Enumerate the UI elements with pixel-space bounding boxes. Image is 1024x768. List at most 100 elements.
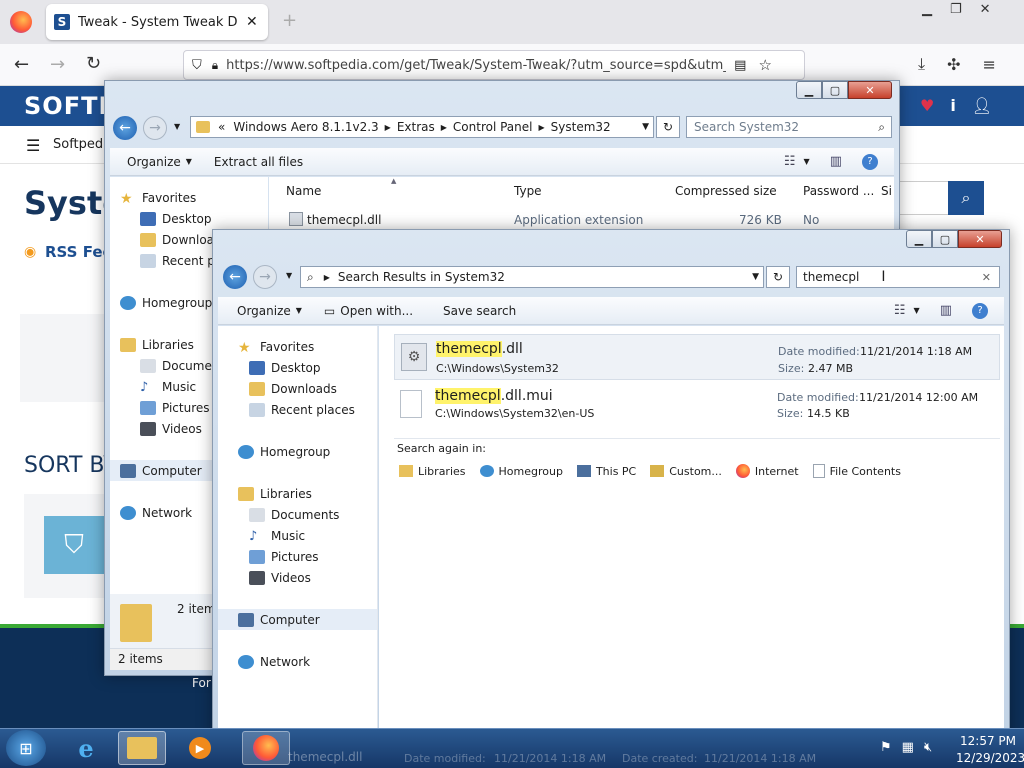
- action-center-flag-icon[interactable]: ⚑: [880, 740, 892, 755]
- nav-desktop[interactable]: Desktop: [110, 208, 268, 229]
- taskbar-ie[interactable]: e: [62, 731, 110, 765]
- row-name[interactable]: themecpl.dll: [307, 213, 381, 227]
- win2-refresh-button[interactable]: ↻: [766, 266, 790, 288]
- breadcrumb-item[interactable]: Windows Aero 8.1.1v2.3: [233, 120, 378, 134]
- col-name[interactable]: Name: [286, 184, 321, 198]
- win2-search-input[interactable]: themecpl: [803, 270, 859, 284]
- win2-close-button[interactable]: ✕: [958, 230, 1002, 248]
- result-filename[interactable]: themecpl.dll: [436, 341, 523, 357]
- tab-close-icon[interactable]: ✕: [246, 14, 258, 30]
- dropdown-arrow-icon[interactable]: ▼: [186, 157, 192, 166]
- nav-music[interactable]: ♪ Music: [218, 525, 377, 546]
- nav-pictures[interactable]: Pictures: [218, 546, 377, 567]
- col-type[interactable]: Type: [514, 184, 542, 198]
- preview-pane-icon[interactable]: ▥: [940, 303, 952, 318]
- win2-address-text[interactable]: Search Results in System32: [338, 270, 505, 284]
- win1-minimize-button[interactable]: ▁: [796, 81, 822, 99]
- breadcrumb-arrow-icon[interactable]: ▶: [538, 123, 544, 132]
- win1-close-button[interactable]: ✕: [848, 81, 892, 99]
- help-icon[interactable]: ?: [972, 302, 988, 319]
- breadcrumb-prefix[interactable]: «: [218, 120, 225, 134]
- win2-recent-dropdown-icon[interactable]: ▼: [286, 271, 292, 280]
- taskbar-explorer[interactable]: [118, 731, 166, 765]
- clock-date[interactable]: 12/29/2023: [956, 751, 1024, 765]
- location-custom[interactable]: Custom...: [650, 465, 722, 478]
- nav-homegroup[interactable]: Homegroup: [218, 441, 377, 462]
- nav-network[interactable]: Network: [218, 651, 377, 672]
- organize-button[interactable]: Organize: [127, 155, 181, 169]
- menu-icon[interactable]: ≡: [982, 55, 995, 74]
- view-dropdown-icon[interactable]: ▼: [914, 306, 920, 315]
- nav-libraries[interactable]: Libraries: [218, 483, 377, 504]
- firefox-logo-icon[interactable]: [10, 11, 32, 33]
- location-libraries[interactable]: Libraries: [399, 465, 466, 478]
- nav-favorites[interactable]: ★ Favorites: [110, 187, 268, 208]
- view-options-icon[interactable]: ☷: [784, 154, 796, 169]
- col-compressed[interactable]: Compressed size: [675, 184, 777, 198]
- save-search-button[interactable]: Save search: [443, 304, 516, 318]
- info-icon[interactable]: i: [950, 96, 955, 115]
- win1-back-button[interactable]: ←: [113, 116, 137, 140]
- taskbar-firefox[interactable]: [242, 731, 290, 765]
- win1-forward-button[interactable]: →: [143, 116, 167, 140]
- close-icon[interactable]: ✕: [980, 2, 991, 17]
- nav-downloads[interactable]: Downloads: [218, 378, 377, 399]
- breadcrumb-item[interactable]: Extras: [397, 120, 435, 134]
- result-filename[interactable]: themecpl.dll.mui: [435, 388, 553, 404]
- heart-icon[interactable]: ♥: [920, 96, 934, 115]
- result-item[interactable]: themecpl.dll.mui C:\Windows\System32\en-…: [394, 382, 1000, 428]
- win1-refresh-button[interactable]: ↻: [656, 116, 680, 138]
- hamburger-icon[interactable]: ☰: [26, 136, 40, 155]
- win1-search-placeholder[interactable]: Search System32: [694, 120, 799, 134]
- user-icon[interactable]: 👤︎: [972, 96, 992, 115]
- browser-tab-active[interactable]: S Tweak - System Tweak Download ✕: [46, 4, 268, 40]
- new-tab-button[interactable]: +: [282, 10, 297, 31]
- nav-favorites[interactable]: ★ Favorites: [218, 336, 377, 357]
- preview-pane-icon[interactable]: ▥: [830, 154, 842, 169]
- nav-videos[interactable]: Videos: [218, 567, 377, 588]
- bookmark-star-icon[interactable]: ☆: [758, 56, 771, 74]
- back-icon[interactable]: ←: [14, 54, 29, 75]
- win1-search-box[interactable]: Search System32 ⌕: [686, 116, 892, 138]
- result-item[interactable]: ⚙ themecpl.dll C:\Windows\System32 Date …: [394, 334, 1000, 380]
- extensions-icon[interactable]: ✣: [947, 55, 960, 74]
- lock-icon[interactable]: 🔒︎: [212, 58, 218, 73]
- taskbar-media-player[interactable]: ▶: [176, 731, 224, 765]
- location-homegroup[interactable]: Homegroup: [479, 465, 563, 478]
- breadcrumb-arrow-icon[interactable]: ▶: [385, 123, 391, 132]
- reload-icon[interactable]: ↻: [86, 53, 101, 74]
- win1-address-bar[interactable]: « Windows Aero 8.1.1v2.3 ▶ Extras ▶ Cont…: [190, 116, 654, 138]
- start-button[interactable]: ⊞: [6, 730, 46, 766]
- site-search-button[interactable]: ⌕: [948, 181, 984, 215]
- win2-minimize-button[interactable]: ▁: [906, 230, 932, 248]
- col-size[interactable]: Si: [881, 184, 892, 198]
- view-dropdown-icon[interactable]: ▼: [804, 157, 810, 166]
- address-dropdown-icon[interactable]: ▼: [642, 122, 649, 132]
- nav-desktop[interactable]: Desktop: [218, 357, 377, 378]
- search-icon[interactable]: ⌕: [878, 120, 885, 135]
- clock-time[interactable]: 12:57 PM: [960, 734, 1016, 748]
- forward-icon[interactable]: →: [50, 54, 65, 75]
- nav-computer[interactable]: Computer: [218, 609, 377, 630]
- breadcrumb-item[interactable]: Control Panel: [453, 120, 533, 134]
- win2-search-box[interactable]: themecpl I ✕: [796, 266, 1000, 288]
- extract-all-button[interactable]: Extract all files: [214, 155, 303, 169]
- win2-maximize-button[interactable]: ▢: [932, 230, 958, 248]
- col-password[interactable]: Password ...: [803, 184, 874, 198]
- site-search-box[interactable]: [896, 181, 948, 215]
- url-bar[interactable]: ⛉ 🔒︎ https://www.softpedia.com/get/Tweak…: [183, 50, 805, 80]
- downloads-icon[interactable]: ⤓: [918, 54, 925, 74]
- breadcrumb-arrow-icon[interactable]: ▶: [441, 123, 447, 132]
- shield-icon[interactable]: ⛉: [192, 58, 202, 73]
- minimize-icon[interactable]: ▁: [922, 2, 932, 17]
- win1-maximize-button[interactable]: ▢: [822, 81, 848, 99]
- network-tray-icon[interactable]: ▦: [902, 740, 914, 755]
- organize-button[interactable]: Organize: [237, 304, 291, 318]
- breadcrumb-item[interactable]: System32: [551, 120, 611, 134]
- view-options-icon[interactable]: ☷: [894, 303, 906, 318]
- win2-address-bar[interactable]: ⌕ ▶ Search Results in System32 ▼: [300, 266, 764, 288]
- location-file-contents[interactable]: File Contents: [812, 464, 901, 478]
- breadcrumb-arrow-icon[interactable]: ▶: [324, 273, 330, 282]
- restore-icon[interactable]: ❐: [950, 2, 962, 17]
- reader-view-icon[interactable]: ▤: [734, 58, 746, 73]
